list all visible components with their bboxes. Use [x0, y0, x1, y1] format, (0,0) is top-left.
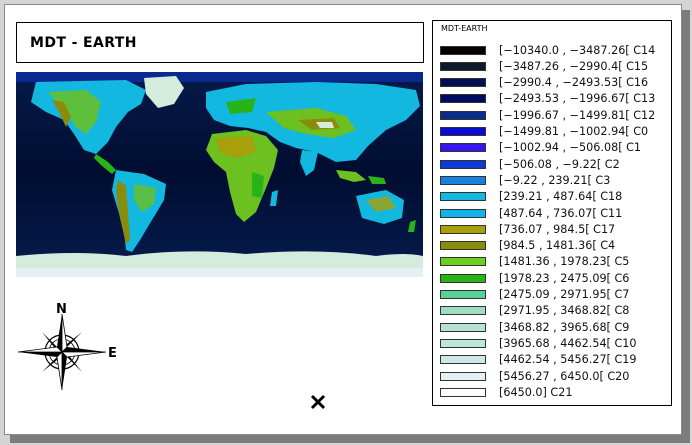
compass-rose-icon — [18, 313, 107, 391]
legend-label: [6450.0] C21 — [499, 385, 573, 399]
legend-label: [1481.36 , 1978.23[ C5 — [499, 255, 630, 269]
legend-swatch — [440, 241, 486, 251]
legend-label: [−9.22 , 239.21[ C3 — [499, 173, 611, 187]
legend-item: [3468.82 , 3965.68[ C9 — [440, 319, 672, 335]
legend-label: [−10340.0 , −3487.26[ C14 — [499, 43, 656, 57]
legend-label: [−3487.26 , −2990.4[ C15 — [499, 59, 649, 73]
legend-label: [736.07 , 984.5[ C17 — [499, 222, 616, 236]
legend-swatch — [440, 322, 486, 332]
legend-label: [2475.09 , 2971.95[ C7 — [499, 288, 630, 301]
legend-item: [−2493.53 , −1996.67[ C13 — [440, 91, 672, 107]
legend-swatch — [440, 257, 486, 267]
north-arrow[interactable]: N E — [18, 300, 124, 392]
legend-swatch — [440, 159, 486, 169]
legend-swatch — [440, 127, 486, 136]
legend-item: [−10340.0 , −3487.26[ C14 — [440, 42, 672, 58]
legend-swatch — [440, 192, 486, 202]
legend-swatch — [440, 371, 486, 381]
legend-swatch — [440, 208, 486, 218]
legend-item: [984.5 , 1481.36[ C4 — [440, 238, 672, 254]
legend-item: [−9.22 , 239.21[ C3 — [440, 172, 672, 188]
world-elevation-map[interactable] — [16, 72, 423, 277]
legend-item: [−2990.4 , −2493.53[ C16 — [440, 75, 672, 91]
legend-item: [1978.23 , 2475.09[ C6 — [440, 270, 672, 286]
legend-label: [239.21 , 487.64[ C18 — [499, 190, 623, 204]
legend-label: [−1996.67 , −1499.81[ C12 — [499, 108, 656, 122]
legend-item: [−1499.81 , −1002.94[ C0 — [440, 124, 672, 140]
legend-item: [−506.08 , −9.22[ C2 — [440, 156, 672, 172]
legend-swatch — [440, 306, 486, 316]
legend-label: [984.5 , 1481.36[ C4 — [499, 239, 616, 253]
legend-item: [−1002.94 , −506.08[ C1 — [440, 140, 672, 156]
legend-item: [2971.95 , 3468.82[ C8 — [440, 303, 672, 319]
legend-label: [4462.54 , 5456.27[ C19 — [499, 353, 637, 367]
legend-box[interactable]: MDT-EARTH [−10340.0 , −3487.26[ C14 [−348… — [432, 20, 672, 406]
legend-swatch — [440, 224, 486, 234]
legend-label: [5456.27 , 6450.0[ C20 — [499, 369, 630, 383]
legend-label: [−2493.53 , −1996.67[ C13 — [499, 92, 656, 106]
map-title-box[interactable]: MDT - EARTH — [16, 22, 424, 63]
legend-item: [4462.54 , 5456.27[ C19 — [440, 352, 672, 368]
legend-item: [2475.09 , 2971.95[ C7 — [440, 287, 672, 303]
legend-item: [736.07 , 984.5[ C17 — [440, 221, 672, 237]
legend-item: [5456.27 , 6450.0[ C20 — [440, 368, 672, 384]
legend-label: [487.64 , 736.07[ C11 — [499, 206, 623, 220]
north-label: N — [56, 302, 67, 317]
legend-label: [−1499.81 , −1002.94[ C0 — [499, 125, 649, 138]
legend-swatch — [440, 143, 486, 153]
legend-item: [−3487.26 , −2990.4[ C15 — [440, 58, 672, 74]
legend-item: [−1996.67 , −1499.81[ C12 — [440, 107, 672, 123]
legend-label: [2971.95 , 3468.82[ C8 — [499, 304, 630, 318]
east-label: E — [108, 346, 117, 361]
legend-item: [239.21 , 487.64[ C18 — [440, 189, 672, 205]
legend-swatch — [440, 110, 486, 120]
legend-item: [487.64 , 736.07[ C11 — [440, 205, 672, 221]
legend-swatch — [440, 387, 486, 397]
legend-label: [3468.82 , 3965.68[ C9 — [499, 320, 630, 334]
legend-swatch — [440, 355, 486, 365]
legend-swatch — [440, 290, 486, 299]
legend-swatch — [440, 45, 486, 55]
legend-swatch — [440, 61, 486, 71]
legend-label: [−1002.94 , −506.08[ C1 — [499, 141, 642, 155]
legend-label: [1978.23 , 2475.09[ C6 — [499, 271, 630, 285]
legend-label: [−2990.4 , −2493.53[ C16 — [499, 76, 649, 90]
legend-swatch — [440, 78, 486, 88]
legend-label: [−506.08 , −9.22[ C2 — [499, 157, 620, 171]
legend-label: [3965.68 , 4462.54[ C10 — [499, 336, 637, 350]
legend-item: [3965.68 , 4462.54[ C10 — [440, 335, 672, 351]
map-title: MDT - EARTH — [30, 34, 137, 51]
legend-swatch — [440, 94, 486, 104]
legend-title: MDT-EARTH — [441, 24, 488, 33]
legend-item: [6450.0] C21 — [440, 384, 672, 400]
move-cursor-icon — [310, 394, 326, 410]
legend-item: [1481.36 , 1978.23[ C5 — [440, 254, 672, 270]
legend-swatch — [440, 338, 486, 348]
legend-swatch — [440, 273, 486, 283]
legend-swatch — [440, 175, 486, 185]
